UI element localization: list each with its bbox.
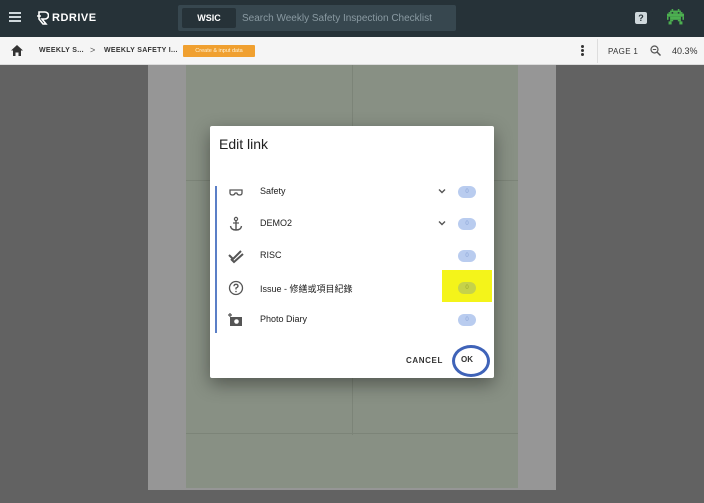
anchor-icon bbox=[229, 216, 243, 231]
create-input-data-button[interactable]: Create & input data bbox=[183, 45, 255, 57]
toggle-count: 0 bbox=[465, 317, 469, 323]
glasses-icon bbox=[229, 189, 243, 196]
toggle-count: 0 bbox=[465, 285, 469, 291]
zoom-level: 40.3% bbox=[672, 46, 698, 56]
space-invader-icon[interactable] bbox=[667, 9, 684, 26]
home-icon[interactable] bbox=[11, 45, 23, 56]
help-circle-icon bbox=[228, 280, 244, 296]
breadcrumb-separator: > bbox=[90, 45, 96, 55]
link-toggle[interactable]: 0 bbox=[458, 314, 476, 326]
link-item-demo2[interactable]: DEMO2 0 bbox=[224, 212, 486, 236]
rdrive-logo[interactable]: RDRIVE bbox=[37, 10, 97, 26]
more-options-icon[interactable] bbox=[581, 45, 585, 57]
link-toggle[interactable]: 0 bbox=[458, 186, 476, 198]
help-box-icon[interactable]: ? bbox=[635, 12, 647, 24]
link-item-safety[interactable]: Safety 0 bbox=[224, 180, 486, 204]
app-top-bar: RDRIVE WSIC ? bbox=[0, 0, 704, 37]
toggle-count: 0 bbox=[465, 253, 469, 259]
double-check-icon bbox=[228, 250, 244, 264]
toggle-count: 0 bbox=[465, 189, 469, 195]
document-toolbar: WEEKLY S... > WEEKLY SAFETY I... Create … bbox=[0, 37, 704, 65]
chevron-down-icon[interactable] bbox=[438, 187, 446, 195]
link-item-issue[interactable]: Issue - 修繕或項目紀錄 0 bbox=[224, 276, 486, 300]
toggle-count: 0 bbox=[465, 221, 469, 227]
search-scope-chip[interactable]: WSIC bbox=[182, 8, 236, 28]
dialog-title: Edit link bbox=[219, 136, 269, 152]
link-toggle[interactable]: 0 bbox=[458, 250, 476, 262]
edit-link-dialog: Edit link Safety 0 DEMO2 0 RISC 0 Issue … bbox=[210, 126, 494, 378]
link-item-label: Safety bbox=[260, 186, 286, 196]
ok-button[interactable]: OK bbox=[461, 355, 473, 364]
add-photo-icon bbox=[228, 313, 242, 326]
breadcrumb-item-document[interactable]: WEEKLY SAFETY I... bbox=[104, 47, 178, 54]
search-input[interactable] bbox=[242, 9, 450, 27]
link-toggle[interactable]: 0 bbox=[458, 218, 476, 230]
rdrive-logo-icon bbox=[37, 11, 49, 25]
breadcrumb-item-folder[interactable]: WEEKLY S... bbox=[39, 47, 84, 54]
cancel-button[interactable]: CANCEL bbox=[406, 356, 443, 365]
link-item-photo-diary[interactable]: Photo Diary 0 bbox=[224, 308, 486, 332]
link-item-label: Issue - 修繕或項目紀錄 bbox=[260, 284, 353, 294]
toolbar-divider bbox=[597, 39, 598, 63]
page-indicator[interactable]: PAGE 1 bbox=[608, 47, 638, 56]
chevron-down-icon[interactable] bbox=[438, 219, 446, 227]
link-item-label: DEMO2 bbox=[260, 218, 293, 228]
link-item-label: Photo Diary bbox=[260, 314, 308, 324]
link-item-risc[interactable]: RISC 0 bbox=[224, 244, 486, 268]
zoom-icon[interactable] bbox=[650, 45, 661, 56]
selection-indicator-bar bbox=[215, 186, 217, 333]
link-item-label: RISC bbox=[260, 250, 282, 260]
search-bar[interactable]: WSIC bbox=[178, 5, 456, 31]
link-toggle[interactable]: 0 bbox=[458, 282, 476, 294]
hamburger-menu-icon[interactable] bbox=[9, 12, 21, 22]
logo-text: RDRIVE bbox=[52, 12, 97, 24]
